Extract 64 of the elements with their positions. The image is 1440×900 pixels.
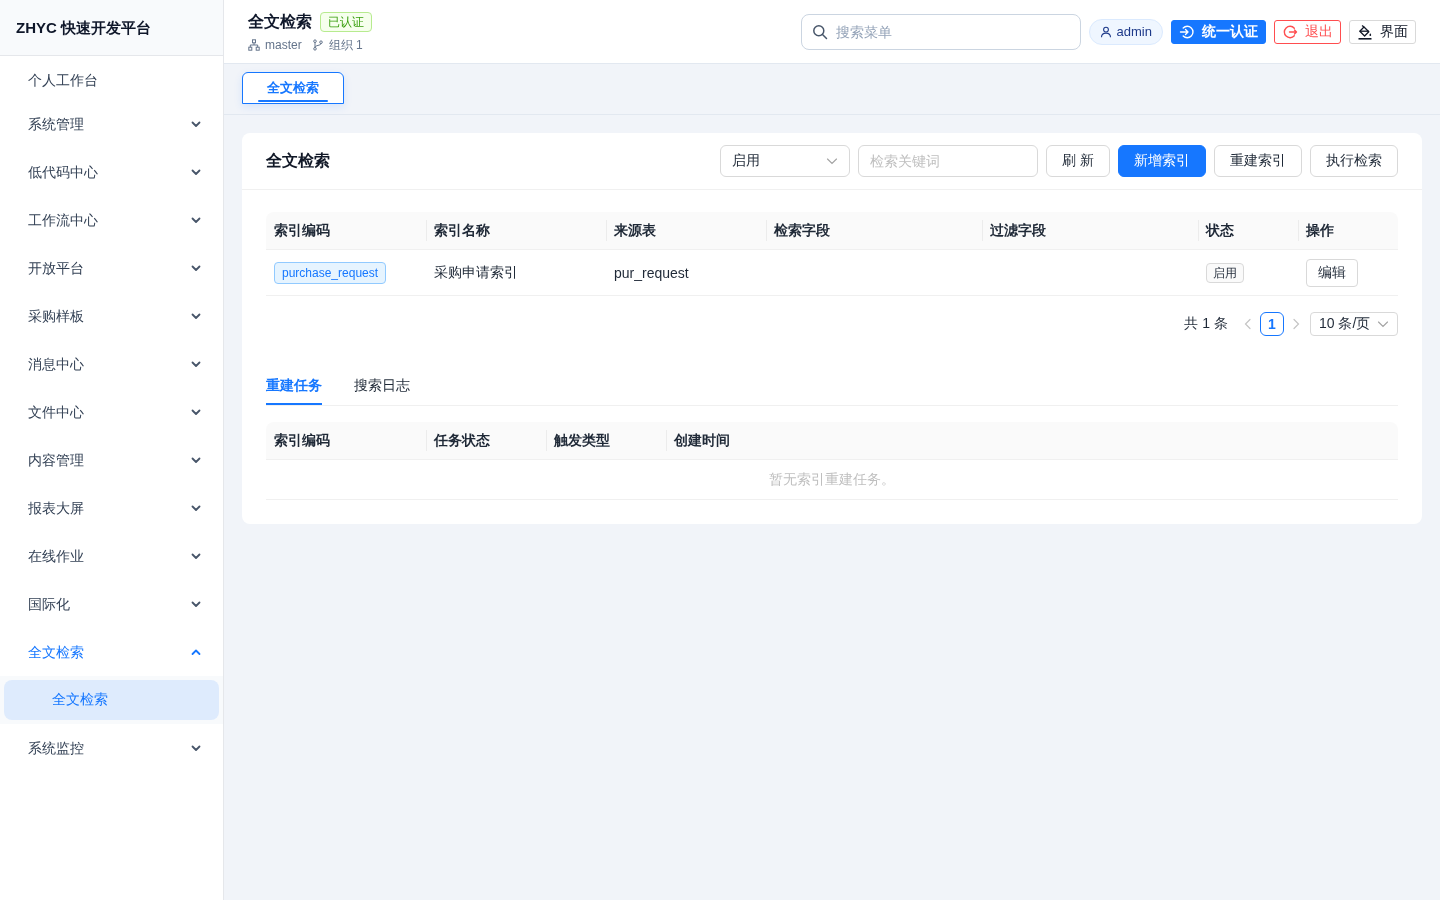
toolbar-button[interactable]: 重建索引	[1214, 145, 1302, 177]
table-cell: 采购申请索引	[434, 263, 518, 282]
menu-group[interactable]: 低代码中心	[28, 162, 202, 182]
table-header-cell: 触发类型	[546, 422, 666, 460]
menu-group[interactable]: 开放平台	[28, 258, 202, 278]
status-tag: 启用	[1206, 262, 1244, 283]
table-header-cell: 任务状态	[426, 422, 546, 460]
menu-group[interactable]: 系统管理	[28, 114, 202, 134]
logout-icon	[1282, 23, 1298, 40]
table-header-cell: 状态	[1198, 212, 1298, 250]
table-cell: pur_request	[614, 264, 689, 281]
login-icon	[1179, 23, 1195, 40]
edit-button[interactable]: 编辑	[1306, 258, 1358, 287]
brand-title: ZHYC 快速开发平台	[16, 17, 151, 38]
menu-item[interactable]: 个人工作台	[28, 70, 98, 90]
page-title: 全文检索	[248, 11, 312, 32]
page-button[interactable]: 1	[1260, 312, 1284, 336]
toolbar-button[interactable]: 刷 新	[1046, 145, 1110, 177]
user-icon	[1099, 25, 1112, 38]
menu-group[interactable]: 消息中心	[28, 354, 202, 374]
table-header-cell: 索引编码	[266, 212, 426, 250]
empty-text: 暂无索引重建任务。	[769, 470, 895, 489]
verified-badge: 已认证	[320, 11, 372, 32]
table-header-cell: 过滤字段	[982, 212, 1198, 250]
menu-group[interactable]: 国际化	[28, 594, 202, 614]
index-code-tag: purchase_request	[274, 261, 387, 284]
user-button[interactable]: admin	[1088, 18, 1163, 45]
table-header-cell: 检索字段	[766, 212, 982, 250]
meta-text: master	[265, 36, 302, 53]
paint-bucket-icon	[1357, 23, 1373, 40]
section-tab[interactable]: 重建任务	[266, 368, 322, 405]
table-header-cell: 索引名称	[426, 212, 606, 250]
keyword-input[interactable]: 检索关键词	[858, 145, 1039, 177]
branch-icon	[311, 38, 324, 51]
page-size-select[interactable]: 10 条/页	[1310, 312, 1398, 336]
caret-down-icon	[826, 155, 839, 167]
caret-down-icon	[1377, 318, 1389, 330]
total-count: 共 1 条	[1184, 315, 1228, 333]
status-select[interactable]: 启用	[720, 145, 851, 177]
menu-group[interactable]: 系统监控	[28, 738, 202, 758]
meta-text: 组织 1	[328, 36, 363, 53]
table-header-cell: 来源表	[606, 212, 766, 250]
panel-title: 全文检索	[266, 151, 330, 171]
table-header-cell: 操作	[1298, 212, 1398, 250]
table-header-cell: 创建时间	[666, 422, 1398, 460]
section-tab[interactable]: 搜索日志	[354, 368, 410, 405]
menu-group[interactable]: 采购样板	[28, 306, 202, 326]
toolbar-button[interactable]: 新增索引	[1118, 145, 1206, 177]
menu-group[interactable]: 全文检索	[28, 642, 202, 662]
menu-group[interactable]: 工作流中心	[28, 210, 202, 230]
table-header-cell: 索引编码	[266, 422, 426, 460]
search-icon	[811, 23, 828, 40]
submenu-item[interactable]: 全文检索	[4, 680, 219, 720]
page-tab[interactable]: 全文检索	[242, 72, 344, 104]
menu-group[interactable]: 报表大屏	[28, 498, 202, 518]
header-action-button[interactable]: 界面	[1349, 19, 1416, 44]
search-input[interactable]: 搜索菜单	[835, 23, 1070, 40]
toolbar-button[interactable]: 执行检索	[1310, 145, 1398, 177]
search-field[interactable]: 搜索菜单	[800, 13, 1081, 50]
menu-group[interactable]: 文件中心	[28, 402, 202, 422]
header-action-button[interactable]: 统一认证	[1171, 19, 1266, 44]
menu-group[interactable]: 内容管理	[28, 450, 202, 470]
menu-group[interactable]: 在线作业	[28, 546, 202, 566]
hierarchy-icon	[248, 38, 260, 51]
